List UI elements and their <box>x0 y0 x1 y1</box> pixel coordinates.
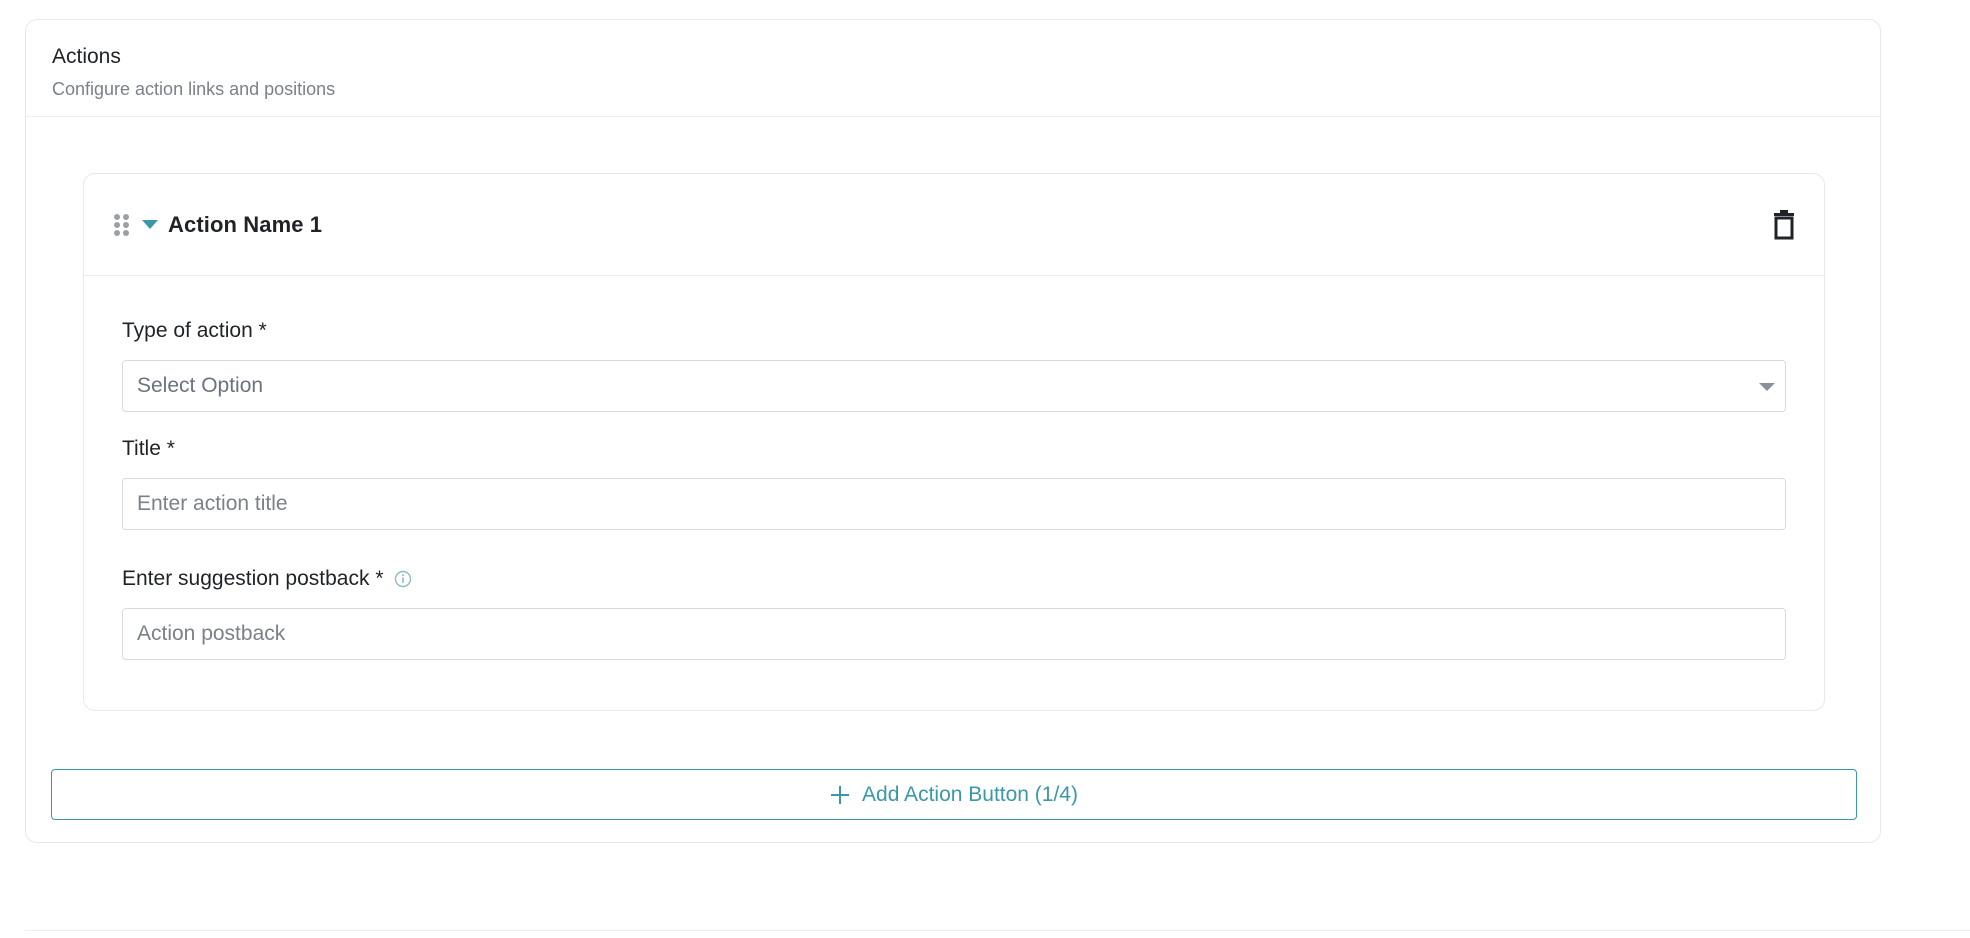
actions-panel: Actions Configure action links and posit… <box>25 19 1881 843</box>
panel-subtitle: Configure action links and positions <box>52 79 336 99</box>
select-placeholder: Select Option <box>137 374 264 397</box>
caret-down-icon[interactable] <box>142 220 158 229</box>
info-icon[interactable] <box>394 570 412 588</box>
postback-label-row: Enter suggestion postback * <box>122 566 1786 592</box>
action-card: Action Name 1 Type of action * Select Op… <box>83 173 1825 711</box>
add-action-label: Add Action Button (1/4) <box>862 782 1078 806</box>
panel-title: Actions <box>52 45 121 68</box>
postback-input[interactable] <box>137 609 1771 659</box>
action-card-header[interactable]: Action Name 1 <box>84 174 1824 276</box>
add-action-button[interactable]: Add Action Button (1/4) <box>51 769 1857 820</box>
title-input-wrapper <box>122 478 1786 530</box>
panel-header: Actions Configure action links and posit… <box>26 20 1880 117</box>
postback-label: Enter suggestion postback * <box>122 567 384 590</box>
trash-icon[interactable] <box>1772 210 1796 240</box>
postback-input-wrapper <box>122 608 1786 660</box>
chevron-down-icon[interactable] <box>1759 383 1775 391</box>
title-input[interactable] <box>137 479 1771 529</box>
action-card-body: Type of action * Select Option Title * E… <box>84 276 1824 660</box>
type-of-action-select[interactable]: Select Option <box>122 360 1786 412</box>
drag-handle-icon[interactable] <box>114 213 129 236</box>
type-of-action-label: Type of action * <box>122 319 267 342</box>
title-label: Title * <box>122 437 175 460</box>
action-card-title: Action Name 1 <box>168 211 323 237</box>
plus-icon <box>831 785 850 804</box>
divider <box>25 930 1970 931</box>
